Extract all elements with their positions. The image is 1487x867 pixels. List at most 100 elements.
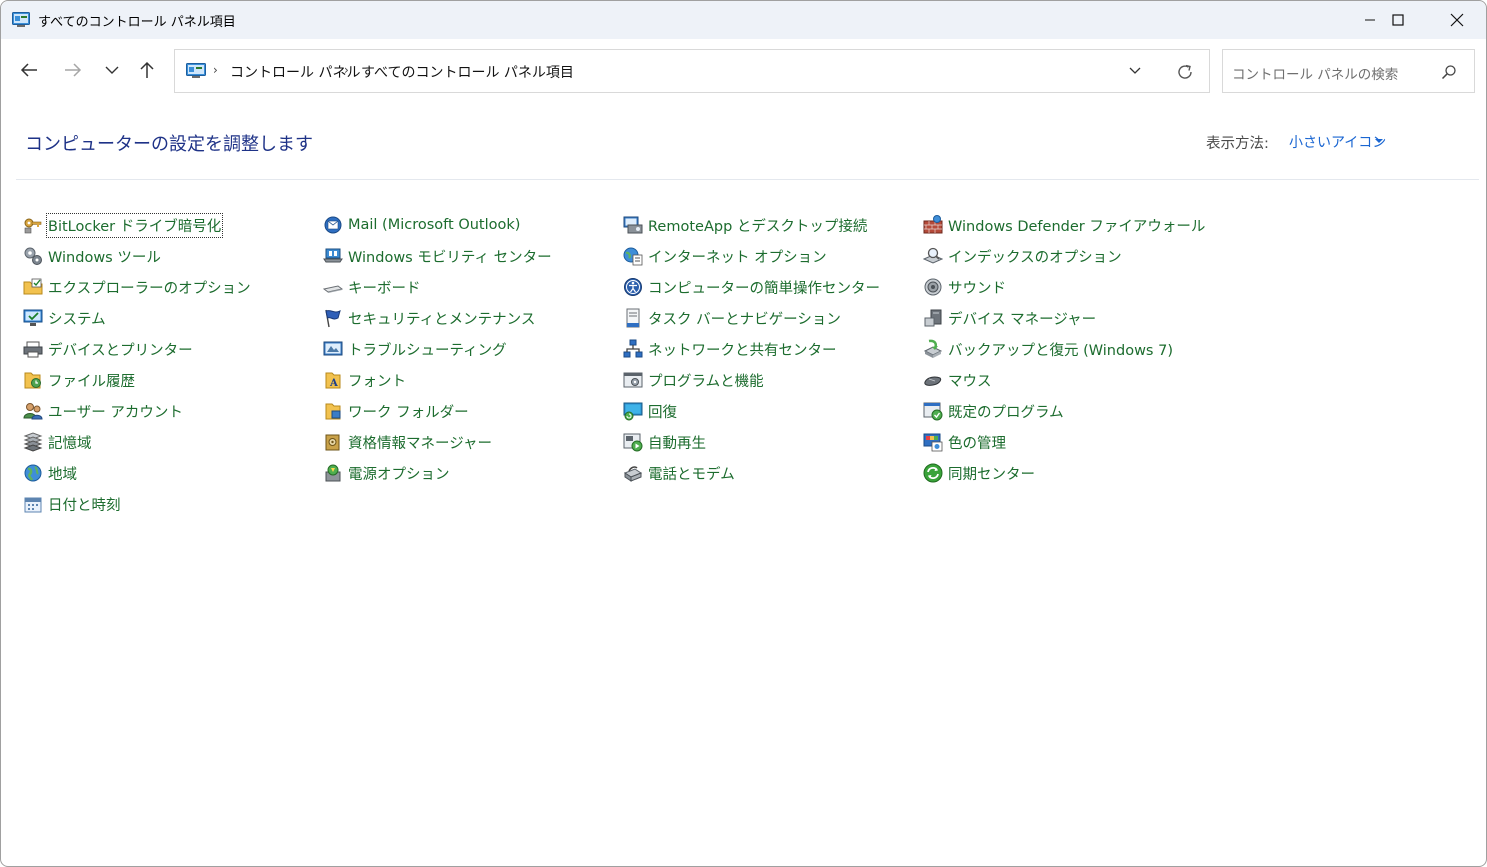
item-label[interactable]: インデックスのオプション <box>948 246 1122 267</box>
item-label[interactable]: 色の管理 <box>948 432 1006 453</box>
item-label[interactable]: 電話とモデム <box>648 463 735 484</box>
item-label[interactable]: ユーザー アカウント <box>48 401 183 422</box>
item-remoteapp[interactable]: RemoteApp とデスクトップ接続 <box>623 213 867 237</box>
item-credential-manager[interactable]: 資格情報マネージャー <box>323 430 492 454</box>
item-taskbar-navigation[interactable]: タスク バーとナビゲーション <box>623 306 841 330</box>
item-sound[interactable]: サウンド <box>923 275 1006 299</box>
item-label[interactable]: 自動再生 <box>648 432 706 453</box>
breadcrumb-all-items[interactable]: すべてのコントロール パネル項目 <box>361 62 574 82</box>
item-sync-center[interactable]: 同期センター <box>923 461 1035 485</box>
item-label[interactable]: フォント <box>348 370 406 391</box>
remote-desktop-icon <box>623 216 643 234</box>
item-label[interactable]: Mail (Microsoft Outlook) <box>348 217 520 233</box>
item-explorer-options[interactable]: エクスプローラーのオプション <box>23 275 251 299</box>
refresh-icon[interactable] <box>1175 62 1195 82</box>
font-folder-icon: A <box>325 372 341 389</box>
up-button[interactable] <box>132 55 162 85</box>
item-backup-restore[interactable]: バックアップと復元 (Windows 7) <box>923 337 1173 361</box>
item-mobility-center[interactable]: Windows モビリティ センター <box>323 244 552 268</box>
maximize-button[interactable] <box>1369 1 1427 39</box>
mobility-icon <box>323 248 343 263</box>
item-windows-firewall[interactable]: Windows Defender ファイアウォール <box>923 213 1205 237</box>
dropdown-caret-icon[interactable] <box>1375 139 1383 143</box>
item-recovery[interactable]: 回復 <box>623 399 677 423</box>
item-troubleshooting[interactable]: トラブルシューティング <box>323 337 507 361</box>
item-label[interactable]: エクスプローラーのオプション <box>48 277 251 298</box>
item-label[interactable]: キーボード <box>348 277 421 298</box>
key-icon <box>24 218 42 234</box>
item-label[interactable]: 地域 <box>48 463 77 484</box>
item-label[interactable]: タスク バーとナビゲーション <box>648 308 841 329</box>
item-label[interactable]: BitLocker ドライブ暗号化 <box>45 212 224 238</box>
item-default-programs[interactable]: 既定のプログラム <box>923 399 1064 423</box>
item-label[interactable]: Windows モビリティ センター <box>348 246 552 267</box>
item-keyboard[interactable]: キーボード <box>323 275 421 299</box>
chevron-down-icon[interactable] <box>1128 63 1142 77</box>
item-region[interactable]: 地域 <box>23 461 77 485</box>
item-indexing-options[interactable]: インデックスのオプション <box>923 244 1122 268</box>
item-programs-features[interactable]: プログラムと機能 <box>623 368 764 392</box>
speaker-icon <box>924 278 942 296</box>
item-label[interactable]: デバイスとプリンター <box>48 339 193 360</box>
troubleshoot-icon <box>323 341 343 356</box>
item-label[interactable]: プログラムと機能 <box>648 370 764 391</box>
item-file-history[interactable]: ファイル履歴 <box>23 368 135 392</box>
breadcrumb-separator-icon[interactable]: › <box>213 63 218 77</box>
item-work-folders[interactable]: ワーク フォルダー <box>323 399 469 423</box>
item-label[interactable]: ファイル履歴 <box>48 370 135 391</box>
address-bar[interactable]: › コントロール パネル › すべてのコントロール パネル項目 <box>174 49 1210 93</box>
item-label[interactable]: インターネット オプション <box>648 246 827 267</box>
item-devices-printers[interactable]: デバイスとプリンター <box>23 337 193 361</box>
item-label[interactable]: デバイス マネージャー <box>948 308 1096 329</box>
search-box[interactable]: コントロール パネルの検索 <box>1222 49 1475 93</box>
item-date-time[interactable]: 日付と時刻 <box>23 492 121 516</box>
item-label[interactable]: バックアップと復元 (Windows 7) <box>948 339 1173 360</box>
item-label[interactable]: Windows ツール <box>48 246 161 267</box>
item-label[interactable]: Windows Defender ファイアウォール <box>948 215 1205 236</box>
item-storage-spaces[interactable]: 記憶域 <box>23 430 92 454</box>
item-label[interactable]: システム <box>48 308 106 329</box>
item-bitlocker[interactable]: BitLocker ドライブ暗号化 <box>23 212 224 238</box>
item-network-sharing[interactable]: ネットワークと共有センター <box>623 337 837 361</box>
search-input[interactable]: コントロール パネルの検索 <box>1232 63 1398 83</box>
recent-locations-button[interactable] <box>97 55 127 85</box>
item-ease-of-access[interactable]: コンピューターの簡単操作センター <box>623 275 880 299</box>
item-label[interactable]: ワーク フォルダー <box>348 401 469 422</box>
breadcrumb-separator-icon[interactable]: › <box>344 63 349 77</box>
item-label[interactable]: コンピューターの簡単操作センター <box>648 277 880 298</box>
search-icon[interactable] <box>1441 64 1457 80</box>
globe-icon <box>24 464 42 482</box>
item-label[interactable]: 電源オプション <box>348 463 450 484</box>
close-button[interactable] <box>1428 1 1486 39</box>
item-label[interactable]: サウンド <box>948 277 1006 298</box>
item-label[interactable]: 既定のプログラム <box>948 401 1064 422</box>
view-by-dropdown[interactable]: 小さいアイコン <box>1289 132 1386 152</box>
item-label[interactable]: 資格情報マネージャー <box>348 432 492 453</box>
item-mouse[interactable]: マウス <box>923 368 992 392</box>
item-label[interactable]: セキュリティとメンテナンス <box>348 308 535 329</box>
item-label[interactable]: RemoteApp とデスクトップ接続 <box>648 215 867 236</box>
item-phone-modem[interactable]: 電話とモデム <box>623 461 735 485</box>
item-label[interactable]: 記憶域 <box>48 432 92 453</box>
maximize-icon <box>1392 14 1404 26</box>
item-windows-tools[interactable]: Windows ツール <box>23 244 161 268</box>
breadcrumb-control-panel[interactable]: コントロール パネル <box>230 62 360 82</box>
item-label[interactable]: トラブルシューティング <box>348 339 507 360</box>
item-power-options[interactable]: 電源オプション <box>323 461 450 485</box>
item-device-manager[interactable]: デバイス マネージャー <box>923 306 1096 330</box>
item-color-management[interactable]: 色の管理 <box>923 430 1006 454</box>
item-label[interactable]: 同期センター <box>948 463 1035 484</box>
item-fonts[interactable]: A フォント <box>323 368 406 392</box>
item-label[interactable]: ネットワークと共有センター <box>648 339 837 360</box>
item-label[interactable]: 回復 <box>648 401 677 422</box>
back-button[interactable] <box>14 55 44 85</box>
item-internet-options[interactable]: インターネット オプション <box>623 244 827 268</box>
forward-button[interactable] <box>58 55 88 85</box>
item-label[interactable]: 日付と時刻 <box>48 494 121 515</box>
item-mail[interactable]: Mail (Microsoft Outlook) <box>323 213 520 237</box>
item-system[interactable]: システム <box>23 306 106 330</box>
item-security-maintenance[interactable]: セキュリティとメンテナンス <box>323 306 535 330</box>
item-label[interactable]: マウス <box>948 370 992 391</box>
item-autoplay[interactable]: 自動再生 <box>623 430 706 454</box>
item-user-accounts[interactable]: ユーザー アカウント <box>23 399 183 423</box>
